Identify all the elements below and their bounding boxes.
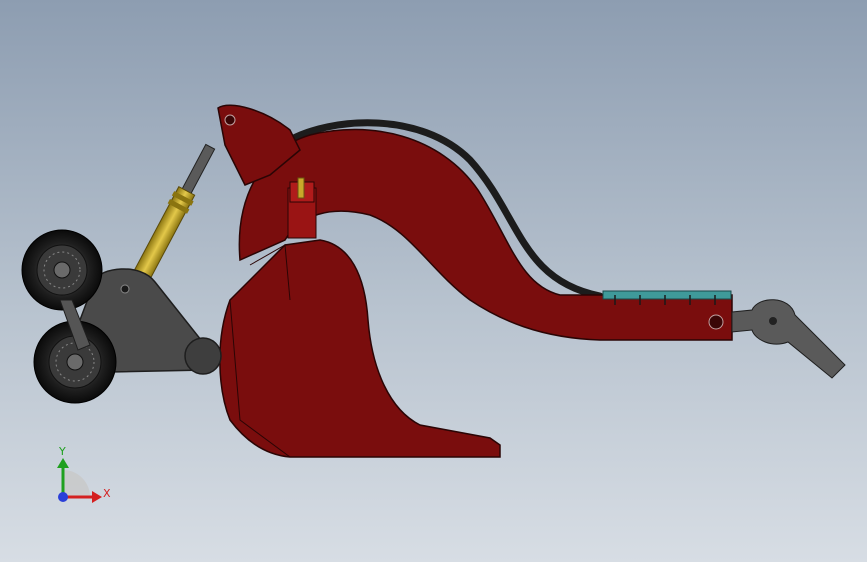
frame-end-pivot <box>708 314 724 330</box>
clamp-gold-pin <box>297 177 305 199</box>
upper-pivot-pin <box>224 114 236 126</box>
x-axis-label: X <box>103 487 111 500</box>
upper-wheel <box>21 229 103 311</box>
hitch-link <box>731 299 846 379</box>
bracket-hub-cylinder <box>184 337 222 375</box>
coordinate-triad: Y X <box>57 445 111 503</box>
z-axis-dot <box>58 492 68 502</box>
bracket-pivot-upper <box>120 284 130 294</box>
hydraulic-cylinder <box>133 143 216 280</box>
cad-viewport[interactable]: Y X <box>0 0 867 562</box>
wear-strip <box>602 290 732 300</box>
hitch-pin <box>769 317 777 325</box>
cad-model-view: Y X <box>21 104 846 503</box>
y-axis-label: Y <box>58 445 66 458</box>
